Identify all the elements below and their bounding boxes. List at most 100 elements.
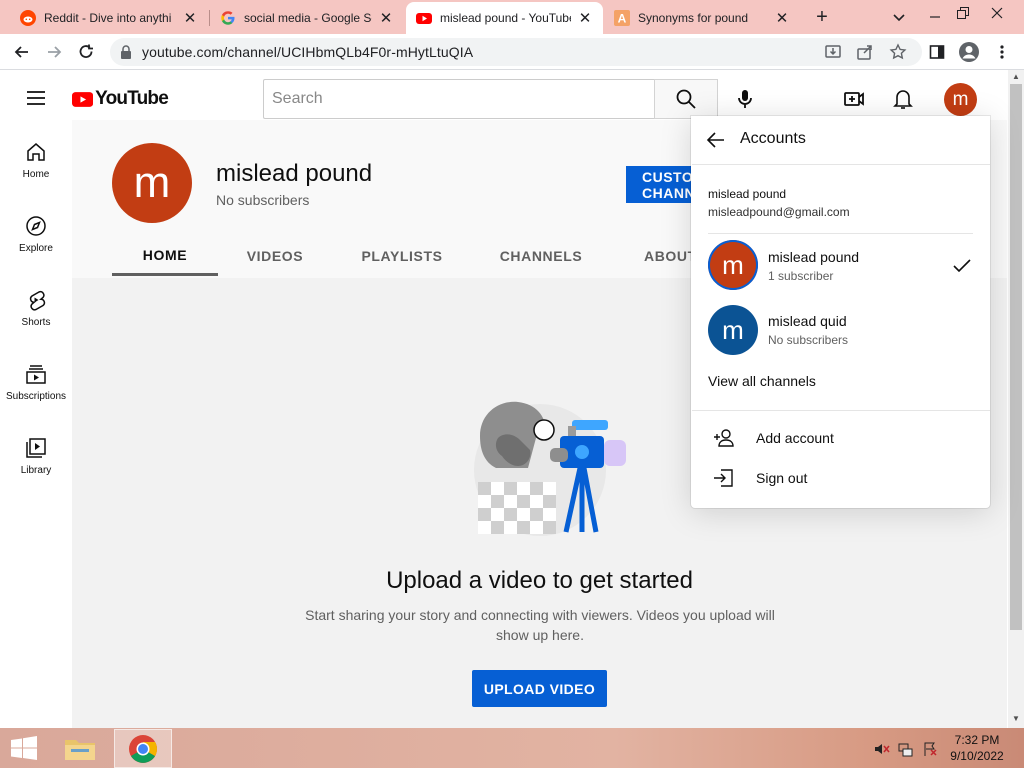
forward-icon[interactable] xyxy=(44,42,64,62)
create-video-icon[interactable] xyxy=(842,87,866,111)
lock-icon[interactable] xyxy=(120,45,132,59)
divider xyxy=(692,410,990,411)
channel-avatar: m xyxy=(708,240,758,290)
browser-tab-youtube[interactable]: mislead pound - YouTube ✕ xyxy=(406,2,603,34)
youtube-logo-text: YouTube xyxy=(95,88,169,109)
account-avatar-button[interactable]: m xyxy=(944,83,977,116)
sidebar-item-label: Shorts xyxy=(21,316,51,328)
tab-title: social media - Google Se xyxy=(244,11,372,25)
notifications-bell-icon[interactable] xyxy=(892,87,914,111)
close-window-icon[interactable] xyxy=(988,4,1006,22)
browser-tab-reddit[interactable]: Reddit - Dive into anythi ✕ xyxy=(10,2,208,34)
channel-name: mislead pound xyxy=(216,160,373,187)
customize-channel-button[interactable]: CUSTOMIZE CHANNEL xyxy=(626,166,696,203)
sign-out-button[interactable]: Sign out xyxy=(756,470,807,486)
sidebar-item-shorts[interactable]: Shorts xyxy=(0,271,72,345)
channel-avatar: m xyxy=(708,305,758,355)
youtube-logo[interactable]: YouTube xyxy=(72,86,169,112)
scroll-up-arrow-icon[interactable]: ▲ xyxy=(1010,72,1022,82)
close-tab-icon[interactable]: ✕ xyxy=(774,9,790,27)
channel-option-name: mislead pound xyxy=(768,249,860,265)
tab-title: Synonyms for pound xyxy=(638,11,749,25)
scroll-down-arrow-icon[interactable]: ▼ xyxy=(1010,714,1022,724)
channel-option-subs: 1 subscriber xyxy=(768,269,834,283)
back-arrow-icon[interactable] xyxy=(706,130,726,150)
view-all-channels-link[interactable]: View all channels xyxy=(708,373,816,389)
chrome-icon xyxy=(129,735,157,763)
volume-muted-icon[interactable] xyxy=(874,742,890,756)
tab-search-chevron-icon[interactable] xyxy=(890,8,908,26)
channel-option-subs: No subscribers xyxy=(768,333,849,347)
bookmark-star-icon[interactable] xyxy=(889,43,907,61)
tab-home[interactable]: HOME xyxy=(112,236,218,276)
hamburger-menu-icon[interactable] xyxy=(24,88,48,108)
reddit-icon xyxy=(20,10,36,26)
add-account-button[interactable]: Add account xyxy=(756,430,834,446)
camera-operator-illustration xyxy=(472,396,632,541)
sidebar-item-library[interactable]: Library xyxy=(0,419,72,493)
minimize-icon[interactable] xyxy=(926,8,944,26)
search-box[interactable] xyxy=(263,79,655,119)
close-tab-icon[interactable]: ✕ xyxy=(378,9,394,27)
empty-state-description: Start sharing your story and connecting … xyxy=(305,607,775,643)
taskbar-clock[interactable]: 7:32 PM 9/10/2022 xyxy=(946,732,1008,764)
channel-subscriber-count: No subscribers xyxy=(216,192,310,208)
tab-title: mislead pound - YouTube xyxy=(440,11,571,25)
restore-icon[interactable] xyxy=(954,4,972,22)
sidebar-item-label: Explore xyxy=(19,242,53,254)
side-panel-icon[interactable] xyxy=(928,43,946,61)
shorts-icon xyxy=(29,290,46,310)
checkmark-icon xyxy=(952,256,972,276)
channel-option-name: mislead quid xyxy=(768,313,847,329)
url-text[interactable]: youtube.com/channel/UCIHbmQLb4F0r-mHytLt… xyxy=(142,44,473,60)
accounts-popup-title: Accounts xyxy=(740,130,806,147)
chrome-taskbar-button[interactable] xyxy=(114,729,172,768)
sidebar-item-home[interactable]: Home xyxy=(0,123,72,197)
close-tab-icon[interactable]: ✕ xyxy=(182,9,198,27)
chrome-menu-icon[interactable] xyxy=(996,43,1008,61)
sidebar-item-explore[interactable]: Explore xyxy=(0,197,72,271)
library-icon xyxy=(26,437,46,458)
youtube-logo-icon xyxy=(72,91,94,107)
action-center-flag-icon[interactable] xyxy=(922,741,938,757)
thesaurus-icon: A xyxy=(614,10,630,26)
windows-start-icon[interactable] xyxy=(10,736,38,760)
search-button[interactable] xyxy=(654,79,718,119)
sign-out-icon xyxy=(712,468,736,488)
subscriptions-icon xyxy=(26,364,46,384)
sidebar-item-label: Library xyxy=(20,464,52,476)
back-icon[interactable] xyxy=(12,42,32,62)
sidebar-item-label: Subscriptions xyxy=(5,390,67,402)
add-account-icon xyxy=(712,428,736,448)
tab-playlists[interactable]: PLAYLISTS xyxy=(346,236,458,276)
new-tab-icon[interactable]: + xyxy=(812,6,832,28)
clock-time: 7:32 PM xyxy=(954,733,1000,747)
google-icon xyxy=(220,10,236,26)
upload-video-button[interactable]: UPLOAD VIDEO xyxy=(472,670,607,707)
browser-tab-thesaurus[interactable]: A Synonyms for pound ✕ xyxy=(604,2,800,34)
search-input[interactable] xyxy=(264,80,655,118)
tab-about[interactable]: ABOUT xyxy=(628,236,698,276)
file-explorer-icon[interactable] xyxy=(62,732,98,764)
divider xyxy=(708,233,973,234)
profile-icon[interactable] xyxy=(958,41,980,63)
install-icon[interactable] xyxy=(824,43,842,61)
network-icon[interactable] xyxy=(898,741,914,757)
clock-date: 9/10/2022 xyxy=(950,749,1004,763)
empty-state-title: Upload a video to get started xyxy=(386,567,693,594)
youtube-icon xyxy=(416,10,432,26)
scrollbar-thumb[interactable] xyxy=(1010,84,1022,630)
share-icon[interactable] xyxy=(856,43,874,61)
close-tab-icon[interactable]: ✕ xyxy=(577,9,593,27)
sidebar-item-subscriptions[interactable]: Subscriptions xyxy=(0,345,72,419)
google-account-email: misleadpound@gmail.com xyxy=(708,205,850,219)
divider xyxy=(692,164,990,165)
compass-icon xyxy=(26,215,46,236)
tab-videos[interactable]: VIDEOS xyxy=(228,236,322,276)
browser-tab-google[interactable]: social media - Google Se ✕ xyxy=(210,2,404,34)
reload-icon[interactable] xyxy=(76,42,96,62)
tab-channels[interactable]: CHANNELS xyxy=(486,236,596,276)
microphone-icon[interactable] xyxy=(733,86,757,112)
sidebar-item-label: Home xyxy=(22,168,50,180)
tab-title: Reddit - Dive into anythi xyxy=(44,11,172,25)
